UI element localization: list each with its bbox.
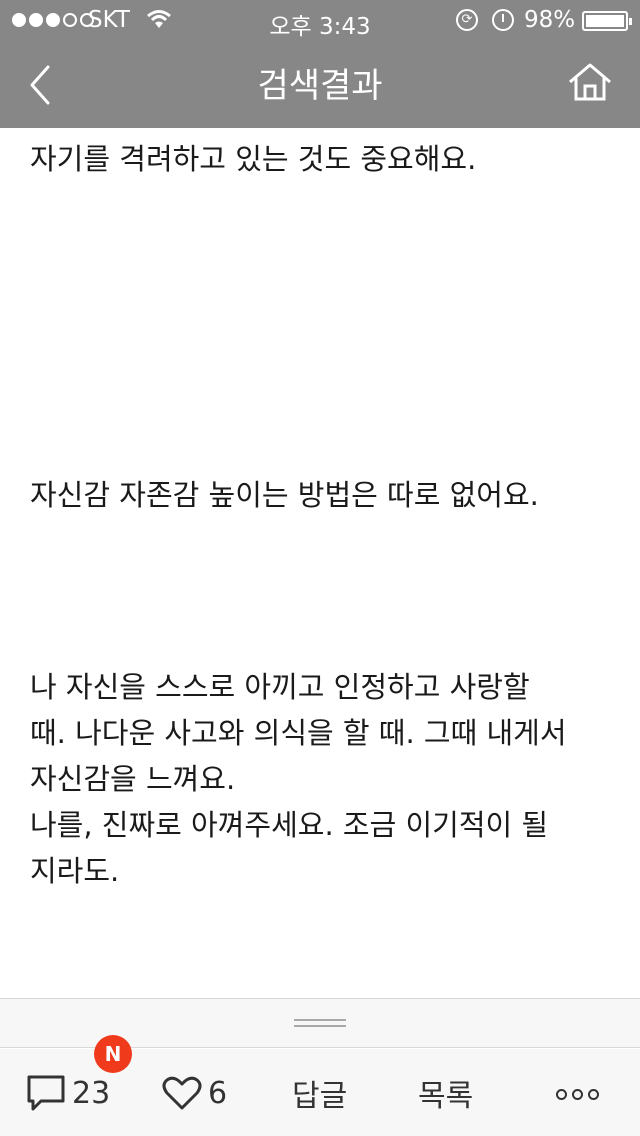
reply-label: 답글 xyxy=(292,1079,348,1114)
comment-count: 23 xyxy=(72,1075,111,1111)
top-bar: SKT 오후 3:43 ⟳ 98% 검색결과 xyxy=(0,0,640,128)
home-button[interactable] xyxy=(566,62,614,102)
alarm-icon xyxy=(492,9,514,31)
content-paragraph: 나 자신을 스스로 아끼고 인정하고 사랑할 때. 나다운 사고와 의식을 할 … xyxy=(30,670,567,888)
more-dots-icon xyxy=(556,1089,567,1100)
heart-icon xyxy=(162,1076,202,1110)
battery-icon xyxy=(582,11,632,31)
new-badge: N xyxy=(94,1035,132,1073)
bottom-toolbar: N 23 6 답글 목록 xyxy=(0,1035,640,1136)
home-icon xyxy=(569,63,611,101)
battery-percentage: 98% xyxy=(524,7,576,33)
like-button[interactable]: 6 xyxy=(162,1073,227,1113)
comment-icon xyxy=(27,1075,65,1111)
reply-button[interactable]: 답글 xyxy=(292,1073,348,1114)
rotation-lock-icon: ⟳ xyxy=(456,9,478,31)
drag-handle-icon[interactable] xyxy=(294,1019,346,1027)
list-label: 목록 xyxy=(418,1079,474,1114)
drag-handle-bar[interactable] xyxy=(0,998,640,1048)
post-content: 자기를 격려하고 있는 것도 중요해요. 자신감 자존감 높이는 방법은 따로 … xyxy=(30,128,620,998)
content-paragraph: 자신감 자존감 높이는 방법은 따로 없어요. xyxy=(30,478,539,512)
like-count: 6 xyxy=(208,1075,228,1111)
status-bar: SKT 오후 3:43 ⟳ 98% xyxy=(0,0,640,40)
comments-button[interactable]: 23 xyxy=(26,1073,110,1113)
more-button[interactable] xyxy=(556,1089,599,1100)
list-button[interactable]: 목록 xyxy=(418,1073,474,1114)
page-title: 검색결과 xyxy=(257,66,383,106)
content-paragraph: 자기를 격려하고 있는 것도 중요해요. xyxy=(30,142,477,176)
